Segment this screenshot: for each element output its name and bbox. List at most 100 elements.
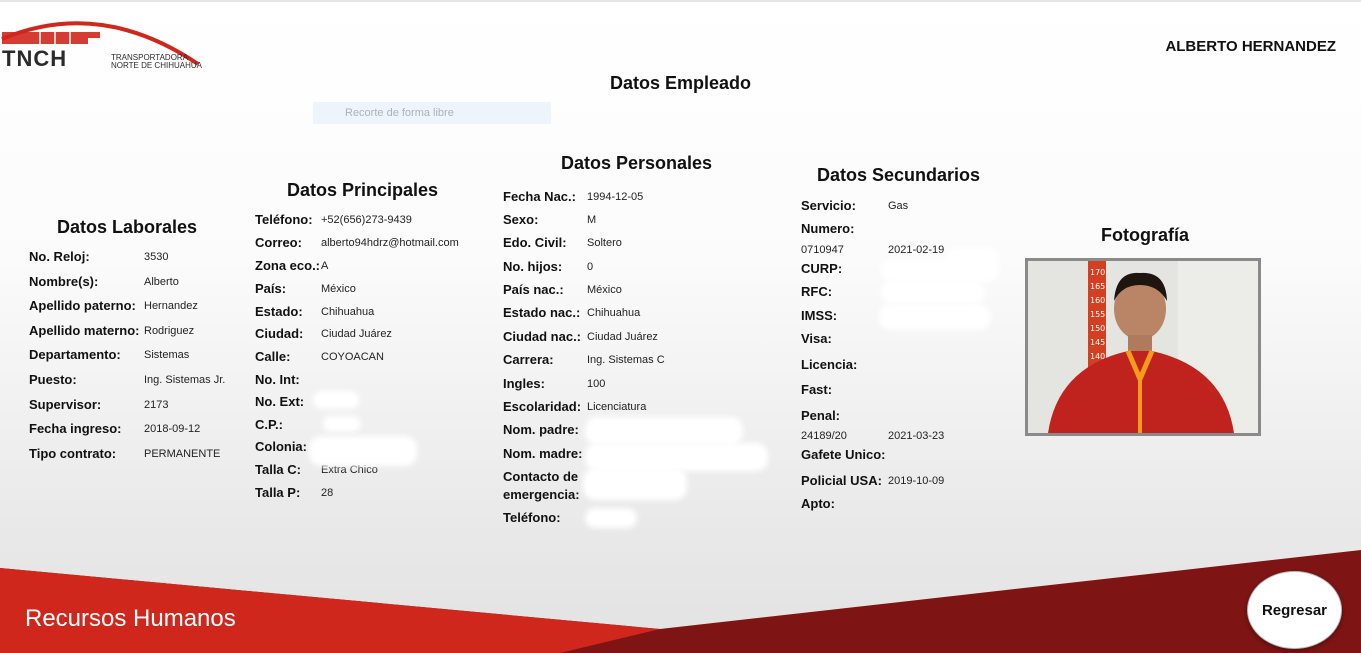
field-label: Carrera: [503, 352, 554, 367]
field-label: Puesto: [29, 372, 77, 387]
photo-section-title: Fotografía [1101, 225, 1189, 245]
field-value: 100 [587, 378, 606, 390]
field-value: A [321, 260, 329, 272]
penal-value: 24189/20 [801, 430, 847, 442]
field-label: C.P.: [255, 417, 283, 432]
section-title: Datos Laborales [57, 217, 198, 237]
section-title: Datos Principales [287, 180, 439, 200]
user-name: ALBERTO HERNANDEZ [1165, 38, 1336, 55]
height-mark: 165 [1090, 282, 1105, 291]
redaction-blur [589, 421, 739, 441]
field-label: País: [255, 281, 287, 296]
footer-banner [0, 550, 1361, 653]
field-value: Ciudad Juárez [587, 331, 658, 343]
employee-photo: 170 165 160 155 150 145 140 135 [1028, 261, 1258, 433]
field-label: País nac.: [503, 282, 564, 297]
field-value: PERMANENTE [144, 448, 221, 460]
field-value: México [321, 283, 356, 295]
height-mark: 170 [1090, 268, 1105, 277]
field-label: Tipo contrato: [29, 446, 117, 461]
redaction-blur [317, 395, 355, 405]
field-label: Talla P: [255, 485, 301, 500]
top-border [0, 0, 1361, 2]
field-value: 28 [321, 487, 334, 499]
snip-tool-banner[interactable]: Recorte de forma libre [313, 102, 551, 124]
page-title: Datos Empleado [609, 73, 752, 93]
field-label: Edo. Civil: [503, 235, 567, 250]
height-mark: 145 [1090, 338, 1105, 347]
footer-title: Recursos Humanos [25, 605, 236, 632]
height-mark: 150 [1090, 324, 1105, 333]
field-label: Teléfono: [503, 510, 561, 525]
field-value: Chihuahua [587, 307, 641, 319]
field-value: Hernandez [144, 300, 198, 312]
field-label: Apellido paterno: [29, 298, 136, 313]
field-label: Supervisor: [29, 397, 102, 412]
height-mark: 160 [1090, 296, 1105, 305]
field-label: Apto: [801, 496, 835, 511]
field-label: RFC: [801, 284, 833, 299]
employee-photo-frame: 170 165 160 155 150 145 140 135 [1025, 258, 1261, 436]
field-label: Talla C: [255, 462, 301, 477]
field-label: Zona eco.: [255, 258, 321, 273]
redaction-blur [589, 447, 764, 467]
field-label: Nom. padre: [503, 422, 579, 437]
field-label: No. Reloj: [29, 249, 90, 264]
redaction-blur [951, 252, 995, 262]
field-label: Numero: [801, 221, 855, 236]
field-label: Colonia: [255, 439, 307, 454]
section-title: Datos Personales [561, 153, 713, 173]
field-value: 0 [587, 261, 594, 273]
field-label: Ciudad: [255, 326, 304, 341]
field-label: Servicio: [801, 198, 856, 213]
logo-line2: NORTE DE CHIHUAHUA [111, 61, 203, 70]
field-value: 2018-09-12 [144, 423, 201, 435]
field-label: Departamento: [29, 347, 121, 362]
field-label: Correo: [255, 235, 302, 250]
field-label: Fecha ingreso: [29, 421, 122, 436]
height-mark: 155 [1090, 310, 1105, 319]
field-value: 3530 [144, 251, 169, 263]
field-value: Gas [888, 200, 909, 212]
field-label: Fecha Nac.: [503, 189, 576, 204]
field-label: Nom. madre: [503, 446, 583, 461]
field-value: Extra Chico [321, 464, 378, 476]
field-label: Contacto de [503, 469, 579, 484]
field-value: Chihuahua [321, 306, 375, 318]
field-value: 2019-10-09 [888, 475, 945, 487]
field-label-line2: emergencia: [503, 487, 580, 502]
redaction-blur [587, 472, 683, 496]
field-label: Sexo: [503, 212, 539, 227]
field-label: Visa: [801, 331, 832, 346]
field-label: Teléfono: [255, 212, 313, 227]
field-label: Ingles: [503, 376, 545, 391]
field-label: No. Ext: [255, 394, 305, 409]
field-value: Soltero [587, 237, 622, 249]
section-title: Datos Secundarios [817, 165, 981, 185]
field-value: México [587, 284, 622, 296]
logo-short: TNCH [2, 46, 67, 71]
redaction-blur [885, 262, 995, 278]
redaction-blur [327, 420, 357, 428]
tnch-logo: TNCH TRANSPORTADORA NORTE DE CHIHUAHUA [1, 21, 203, 71]
field-value: alberto94hdrz@hotmail.com [321, 237, 459, 249]
regresar-button[interactable]: Regresar [1247, 571, 1342, 649]
field-value: Alberto [144, 276, 179, 288]
field-label: Estado: [255, 304, 303, 319]
field-label: Escolaridad: [503, 399, 582, 414]
field-value: Ing. Sistemas Jr. [144, 374, 226, 386]
field-value: Ing. Sistemas C [587, 354, 665, 366]
field-label: Nombre(s): [29, 274, 99, 289]
field-label: Apellido materno: [29, 323, 140, 338]
field-label: Calle: [255, 349, 291, 364]
numero-date: 2021-02-19 [888, 244, 945, 256]
field-label: CURP: [801, 261, 843, 276]
redaction-blur [589, 512, 633, 524]
field-value: 2173 [144, 399, 169, 411]
penal-date: 2021-03-23 [888, 430, 945, 442]
redaction-blur [883, 308, 987, 326]
field-value: Rodriguez [144, 325, 195, 337]
field-value: Licenciatura [587, 401, 647, 413]
field-label: Ciudad nac.: [503, 329, 582, 344]
field-label: Penal: [801, 408, 841, 423]
